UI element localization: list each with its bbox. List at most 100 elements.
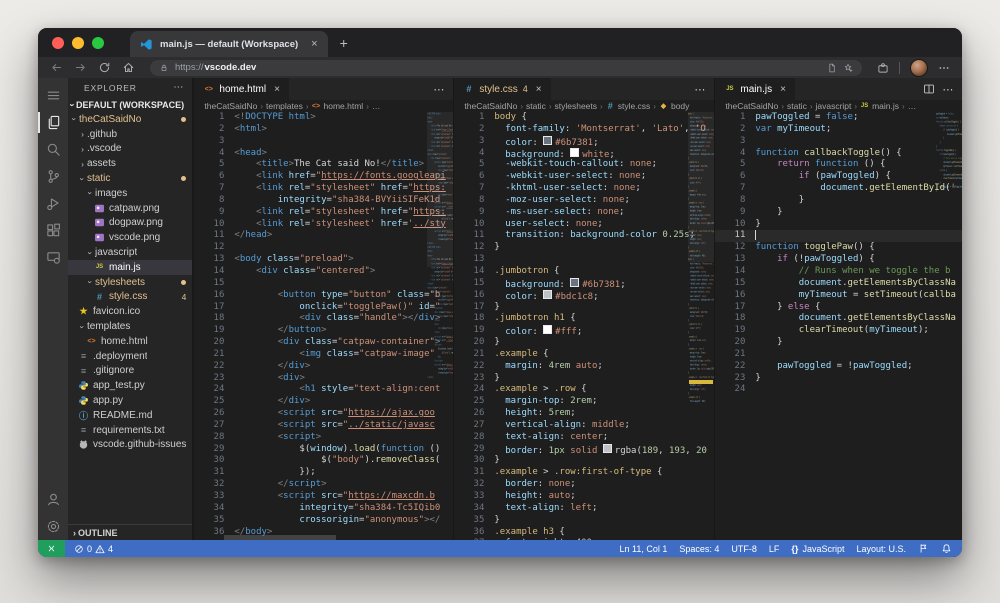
tree-item-app-test-py[interactable]: app_test.py: [68, 378, 192, 393]
horizontal-scrollbar[interactable]: [224, 535, 427, 540]
editor-actions-more-icon[interactable]: ⋯: [694, 83, 706, 96]
close-icon[interactable]: ×: [274, 84, 280, 95]
breadcrumb-item[interactable]: stylesheets: [555, 101, 598, 111]
breadcrumb[interactable]: theCatSaidNo›static›stylesheets›#style.c…: [454, 100, 714, 112]
editor-actions-more-icon[interactable]: ⋯: [942, 83, 954, 96]
tree-item--deployment[interactable]: ≡.deployment: [68, 349, 192, 364]
forward-button[interactable]: [74, 61, 87, 74]
workspace-row[interactable]: › DEFAULT (WORKSPACE): [68, 97, 192, 112]
tree-item-label: home.html: [101, 336, 148, 347]
breadcrumb-item[interactable]: templates: [266, 101, 303, 111]
minimap[interactable]: <!DOCTYPE html><html><head> <title>The C…: [427, 112, 453, 540]
tree-item-app-py[interactable]: app.py: [68, 393, 192, 408]
status-encoding[interactable]: UTF-8: [731, 544, 757, 554]
editor-actions-more-icon[interactable]: ⋯: [433, 83, 445, 96]
run-debug-icon[interactable]: [38, 190, 68, 217]
menu-icon[interactable]: [38, 82, 68, 109]
status-language-mode[interactable]: {}JavaScript: [791, 544, 844, 554]
reload-button[interactable]: [98, 61, 111, 74]
explorer-icon[interactable]: [38, 109, 68, 136]
tree-item-requirements-txt[interactable]: ≡requirements.txt: [68, 423, 192, 438]
tree-item-static[interactable]: ›static: [68, 171, 192, 186]
tree-item-style-css[interactable]: #style.css4: [68, 290, 192, 305]
tree-item-catpaw-png[interactable]: catpaw.png: [68, 201, 192, 216]
tree-item-vscode-png[interactable]: vscode.png: [68, 230, 192, 245]
tree-item-stylesheets[interactable]: ›stylesheets: [68, 275, 192, 290]
breadcrumb-item[interactable]: javascript: [816, 101, 852, 111]
tree-item-home-html[interactable]: <>home.html: [68, 334, 192, 349]
reading-mode-icon[interactable]: [827, 63, 837, 73]
status-keyboard-layout[interactable]: Layout: U.S.: [856, 544, 906, 554]
tree-item-main-js[interactable]: JSmain.js: [68, 260, 192, 275]
status-eol[interactable]: LF: [769, 544, 780, 554]
breadcrumb-item[interactable]: theCatSaidNo: [725, 101, 778, 111]
new-tab-button[interactable]: +: [340, 35, 348, 51]
problems-status[interactable]: 0 4: [65, 544, 122, 554]
url-bar[interactable]: https:// vscode.dev: [150, 60, 862, 76]
tree-item-favicon-ico[interactable]: ★favicon.ico: [68, 304, 192, 319]
breadcrumb-item[interactable]: main.js: [872, 101, 899, 111]
remote-explorer-icon[interactable]: [38, 244, 68, 271]
tab-home-html[interactable]: <> home.html ×: [194, 78, 289, 100]
settings-gear-icon[interactable]: [38, 513, 68, 540]
tree-item--vscode[interactable]: ›.vscode: [68, 142, 192, 157]
account-icon[interactable]: [38, 486, 68, 513]
scrollbar-slider[interactable]: [688, 112, 714, 262]
status-indentation[interactable]: Spaces: 4: [679, 544, 719, 554]
breadcrumb-item[interactable]: home.html: [324, 101, 364, 111]
status-cursor-position[interactable]: Ln 11, Col 1: [620, 544, 668, 554]
code-editor-style-css[interactable]: 1body {2 font-family: 'Montserrat', 'Lat…: [454, 112, 714, 540]
breadcrumb-item[interactable]: body: [671, 101, 689, 111]
breadcrumb-item[interactable]: theCatSaidNo: [204, 101, 257, 111]
close-window-button[interactable]: [52, 37, 64, 49]
explorer-more-icon[interactable]: ⋯: [173, 82, 184, 93]
tree-item--gitignore[interactable]: ≡.gitignore: [68, 364, 192, 379]
breadcrumb-item[interactable]: …: [372, 101, 381, 111]
browser-menu-icon[interactable]: [938, 62, 950, 74]
minimap[interactable]: pawToggled = false;var myTimeout;functio…: [936, 112, 962, 540]
breadcrumb-item[interactable]: theCatSaidNo: [464, 101, 517, 111]
tree-item-assets[interactable]: ›assets: [68, 156, 192, 171]
tree-item-vscode-github-issues[interactable]: vscode.github-issues: [68, 438, 192, 453]
split-editor-icon[interactable]: [923, 83, 935, 95]
extensions-icon[interactable]: [38, 217, 68, 244]
breadcrumb[interactable]: theCatSaidNo›static›javascript›JSmain.js…: [715, 100, 962, 112]
close-icon[interactable]: ×: [780, 84, 786, 95]
search-icon[interactable]: [38, 136, 68, 163]
breadcrumb-item[interactable]: style.css: [618, 101, 651, 111]
browser-tab[interactable]: main.js — default (Workspace) ×: [130, 31, 328, 57]
tree-item-javascript[interactable]: ›javascript: [68, 245, 192, 260]
tabbar: # style.css 4 × ⋯: [454, 78, 714, 100]
tree-item-dogpaw-png[interactable]: dogpaw.png: [68, 216, 192, 231]
tree-item-readme-md[interactable]: ⓘREADME.md: [68, 408, 192, 423]
close-icon[interactable]: ×: [536, 84, 542, 95]
tree-item-images[interactable]: ›images: [68, 186, 192, 201]
tree-item-thecatsaidno[interactable]: ›theCatSaidNo: [68, 112, 192, 127]
browser-extensions-icon[interactable]: [877, 62, 889, 74]
add-favorite-icon[interactable]: [843, 63, 853, 73]
outline-section[interactable]: › OUTLINE: [68, 524, 192, 540]
back-button[interactable]: [50, 61, 63, 74]
chevron-right-icon: ›: [73, 528, 76, 538]
tab-main-js[interactable]: JS main.js ×: [715, 78, 795, 100]
scrollbar-slider[interactable]: [427, 112, 453, 267]
breadcrumb-item[interactable]: …: [908, 101, 917, 111]
tree-item-templates[interactable]: ›templates: [68, 319, 192, 334]
profile-avatar[interactable]: [910, 59, 928, 77]
breadcrumb-item[interactable]: static: [787, 101, 807, 111]
status-feedback[interactable]: [918, 543, 929, 554]
tab-close-icon[interactable]: ×: [311, 38, 317, 50]
status-notifications[interactable]: [941, 543, 952, 554]
breadcrumb[interactable]: theCatSaidNo›templates›<>home.html›…: [194, 100, 453, 112]
tree-item--github[interactable]: ›.github: [68, 127, 192, 142]
breadcrumb-item[interactable]: static: [526, 101, 546, 111]
code-editor-main-js[interactable]: 1pawToggled = false;2var myTimeout;34fun…: [715, 112, 962, 540]
code-editor-home-html[interactable]: 1<!DOCTYPE html>2<html>34<head>5 <title>…: [194, 112, 453, 540]
zoom-window-button[interactable]: [92, 37, 104, 49]
source-control-icon[interactable]: [38, 163, 68, 190]
tab-style-css[interactable]: # style.css 4 ×: [454, 78, 550, 100]
remote-indicator[interactable]: [38, 540, 65, 557]
home-button[interactable]: [122, 61, 135, 74]
minimap[interactable]: body { font-family: 'Montserrat', 'Lato'…: [688, 112, 714, 540]
minimize-window-button[interactable]: [72, 37, 84, 49]
